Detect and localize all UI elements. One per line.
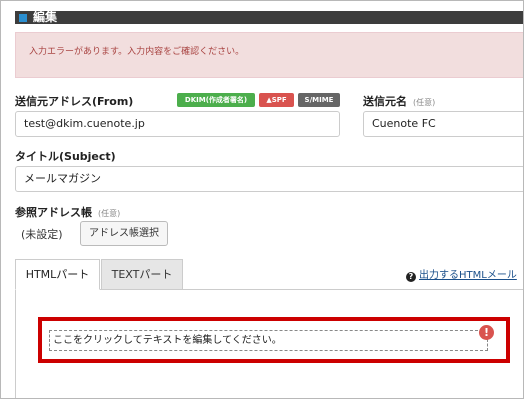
tab-html-part[interactable]: HTMLパート [15,259,100,290]
address-book-label: 参照アドレス帳 (任意) [15,204,120,220]
section-marker-icon [19,14,27,22]
question-icon: ? [406,272,416,282]
from-label: 送信元アドレス(From) [15,93,133,109]
section-header-bar [15,11,523,24]
error-message: 入力エラーがあります。入力内容をご確認ください。 [29,47,245,57]
address-book-optional: (任意) [98,209,121,218]
dkim-badge: DKIM(作成者署名) [177,93,255,107]
section-title: 編集 [33,10,58,24]
subject-label: タイトル(Subject) [15,150,116,163]
subject-input[interactable]: メールマガジン [15,166,523,192]
help-link-text: 出力するHTMLメール [419,270,517,281]
from-address-input[interactable]: test@dkim.cuenote.jp [15,111,340,137]
sender-name-label-text: 送信元名 [363,95,407,108]
address-book-label-text: 参照アドレス帳 [15,206,92,219]
editable-text-block[interactable]: ここをクリックしてテキストを編集してください。 [49,330,488,351]
help-link[interactable]: ? 出力するHTMLメール [406,266,517,282]
error-exclamation-icon: ! [479,325,494,340]
sender-name-label: 送信元名 (任意) [363,93,435,109]
sender-name-input[interactable]: Cuenote FC [363,111,523,137]
address-book-select-button[interactable]: アドレス帳選択 [80,221,168,246]
sender-name-optional: (任意) [413,98,436,107]
error-alert: 入力エラーがあります。入力内容をご確認ください。 [15,32,523,78]
from-label-text: 送信元アドレス(From) [15,95,134,108]
smime-badge: S/MIME [298,93,340,107]
spf-badge: ▲SPF [259,93,294,107]
address-book-status: (未設定) [21,228,63,241]
editor-page: 編集 入力エラーがあります。入力内容をご確認ください。 送信元アドレス(From… [0,0,524,399]
tab-text-part[interactable]: TEXTパート [101,259,183,290]
